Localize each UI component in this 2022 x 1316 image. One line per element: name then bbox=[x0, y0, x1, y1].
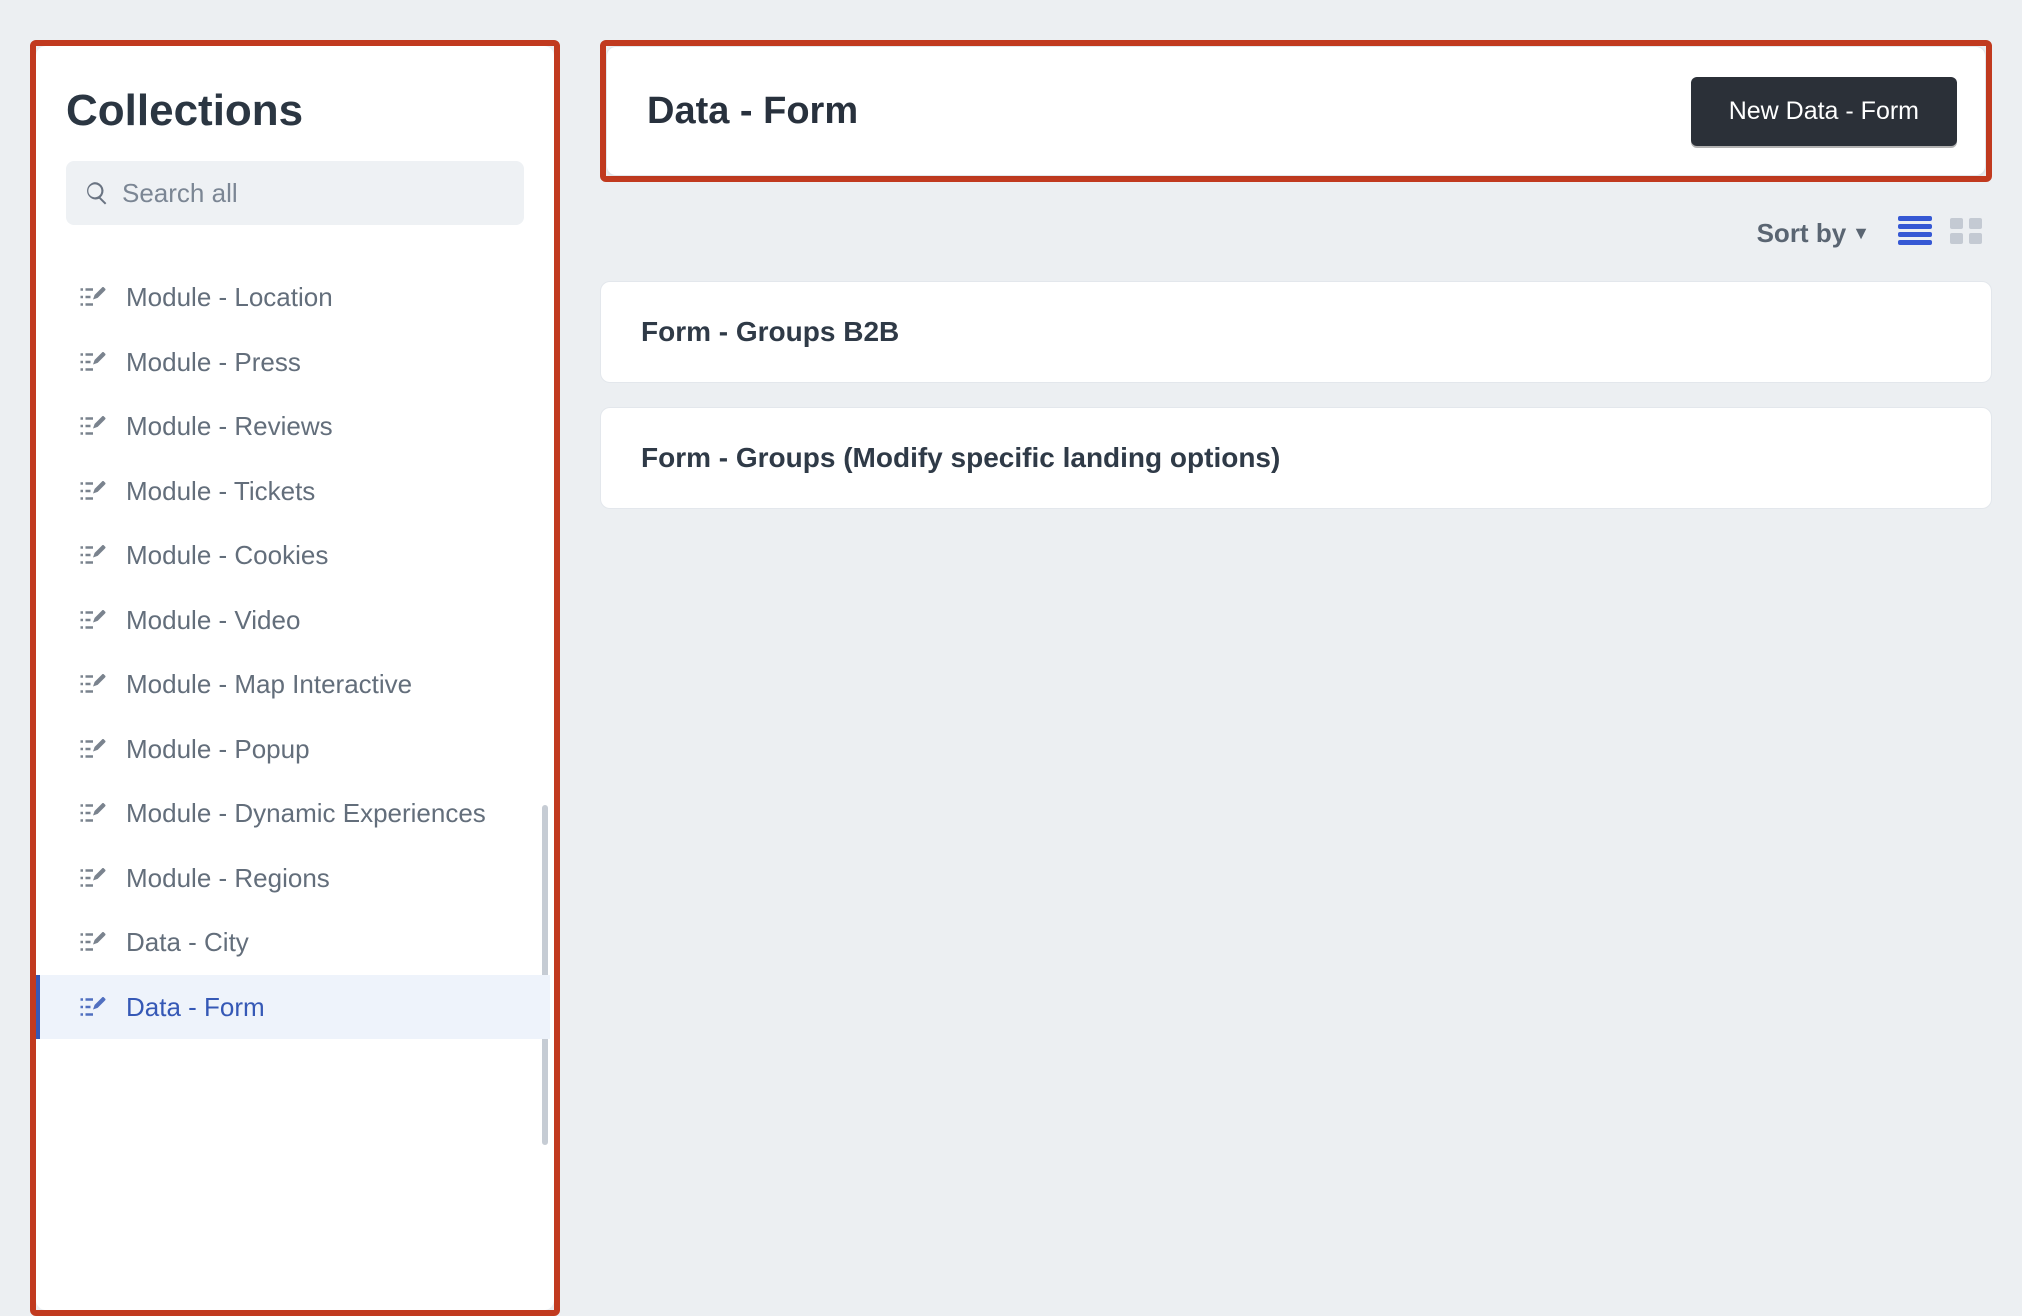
sidebar-item[interactable]: Module - Popup bbox=[36, 717, 550, 782]
collection-icon bbox=[78, 927, 108, 957]
sidebar-item-label: Module - Video bbox=[126, 604, 300, 637]
sidebar-item[interactable]: Module - Regions bbox=[36, 846, 550, 911]
sidebar-item-label: Module - Location bbox=[126, 281, 333, 314]
sidebar-item[interactable]: Module - Reviews bbox=[36, 394, 550, 459]
collection-icon bbox=[78, 798, 108, 828]
grid-view-button[interactable] bbox=[1950, 216, 1982, 251]
collection-icon bbox=[78, 863, 108, 893]
view-mode-toggle bbox=[1898, 216, 1982, 251]
collection-icon bbox=[78, 669, 108, 699]
sidebar-item-label: Data - City bbox=[126, 926, 249, 959]
page-title: Data - Form bbox=[647, 90, 858, 133]
sidebar-item[interactable]: Module - Video bbox=[36, 588, 550, 653]
collections-list: Module - Location Module - Press Module - … bbox=[36, 255, 554, 1310]
sidebar-item-label: Module - Tickets bbox=[126, 475, 315, 508]
sidebar-item-label: Module - Reviews bbox=[126, 410, 333, 443]
sidebar-item-label: Module - Cookies bbox=[126, 539, 328, 572]
sidebar-item-label: Module - Dynamic Experiences bbox=[126, 797, 486, 830]
collection-icon bbox=[78, 992, 108, 1022]
search-field[interactable] bbox=[66, 161, 524, 225]
sidebar-item[interactable]: Data - City bbox=[36, 910, 550, 975]
entry-row[interactable]: Form - Groups (Modify specific landing o… bbox=[600, 407, 1992, 509]
sidebar-item[interactable]: Module - Cookies bbox=[36, 523, 550, 588]
sidebar-item[interactable]: Module - Press bbox=[36, 330, 550, 395]
sidebar-title: Collections bbox=[36, 76, 554, 161]
sidebar-item-label: Data - Form bbox=[126, 991, 265, 1024]
chevron-down-icon: ▼ bbox=[1852, 223, 1870, 244]
collection-icon bbox=[78, 476, 108, 506]
collection-icon bbox=[78, 540, 108, 570]
sort-by-dropdown[interactable]: Sort by ▼ bbox=[1757, 218, 1870, 249]
sidebar-item-label: Module - Map Interactive bbox=[126, 668, 412, 701]
sidebar-item[interactable]: Data - Form bbox=[36, 975, 550, 1040]
header-highlight-box: Data - Form New Data - Form bbox=[600, 40, 1992, 182]
collection-icon bbox=[78, 411, 108, 441]
sort-by-label: Sort by bbox=[1757, 218, 1847, 249]
list-icon bbox=[1898, 216, 1932, 246]
search-icon bbox=[84, 180, 110, 206]
sidebar: Collections Module - Location Module - Pr… bbox=[36, 46, 554, 1310]
sidebar-item[interactable]: Module - Dynamic Experiences bbox=[36, 781, 550, 846]
sidebar-item[interactable]: Module - Location bbox=[36, 265, 550, 330]
search-input[interactable] bbox=[122, 178, 506, 209]
app-root: Collections Module - Location Module - Pr… bbox=[0, 0, 2022, 1316]
sidebar-item-label: Module - Popup bbox=[126, 733, 310, 766]
sidebar-item[interactable]: Module - Map Interactive bbox=[36, 652, 550, 717]
entry-row[interactable]: Form - Groups B2B bbox=[600, 281, 1992, 383]
main-panel: Data - Form New Data - Form Sort by ▼ bbox=[600, 40, 1992, 1316]
sidebar-highlight-box: Collections Module - Location Module - Pr… bbox=[30, 40, 560, 1316]
sidebar-item-label: Module - Regions bbox=[126, 862, 330, 895]
new-entry-button[interactable]: New Data - Form bbox=[1691, 77, 1957, 146]
list-view-button[interactable] bbox=[1898, 216, 1932, 251]
collection-icon bbox=[78, 282, 108, 312]
entries-list: Form - Groups B2B Form - Groups (Modify s… bbox=[600, 281, 1992, 509]
list-toolbar: Sort by ▼ bbox=[600, 182, 1992, 281]
sidebar-item[interactable]: Module - Tickets bbox=[36, 459, 550, 524]
grid-icon bbox=[1950, 216, 1982, 246]
collection-icon bbox=[78, 347, 108, 377]
sidebar-item-label: Module - Press bbox=[126, 346, 301, 379]
collection-icon bbox=[78, 605, 108, 635]
page-header: Data - Form New Data - Form bbox=[606, 46, 1986, 176]
collection-icon bbox=[78, 734, 108, 764]
